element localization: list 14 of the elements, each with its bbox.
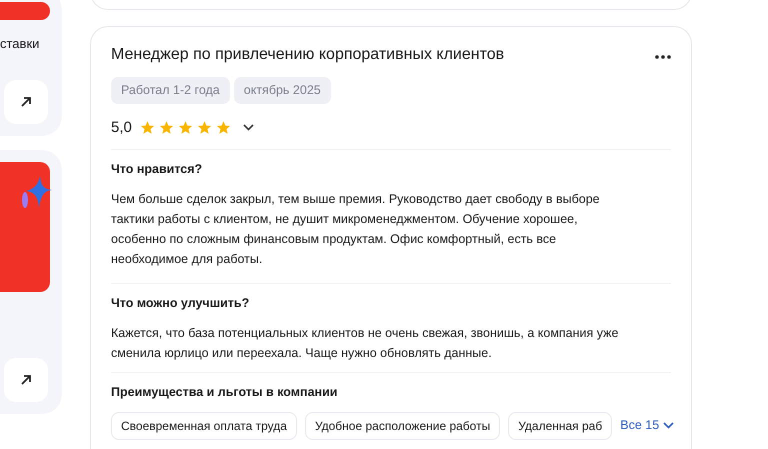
section-heading: Что можно улучшить? (111, 296, 250, 311)
tag: Работал 1-2 года (111, 77, 230, 104)
show-all-button[interactable]: Все 15 (620, 416, 674, 436)
section-heading: Что нравится? (111, 162, 204, 177)
benefits-heading: Преимущества и льготы в компании (111, 384, 338, 400)
review-title: Менеджер по привлечению корпоративных клиентов (111, 45, 504, 64)
review-text: Чем больше сделок закрыл, тем выше премия. Руководство дает свободу в выборе тактики работы с клиентом, не душит микроменеджментом. Обучение хорошее, особенно по сложным финансовым продуктам. Офис комфортный, есть все необходимое для работы. (111, 190, 601, 268)
panel-caption: ставки (0, 35, 40, 53)
review-text: Кажется, что база потенциальных клиентов не очень свежая, звонишь, а компания уже сменила юрлицо или переехала. Чаще нужно обновлять данные. (111, 324, 620, 362)
tag: октябрь 2025 (234, 77, 331, 104)
benefit-tag: Своевременная оплата труда (111, 412, 297, 440)
benefit-tag: Удобное расположение работы (304, 412, 500, 440)
rating-value: 5,0 (111, 118, 132, 138)
benefit-tag: Удаленная раб (508, 412, 612, 440)
